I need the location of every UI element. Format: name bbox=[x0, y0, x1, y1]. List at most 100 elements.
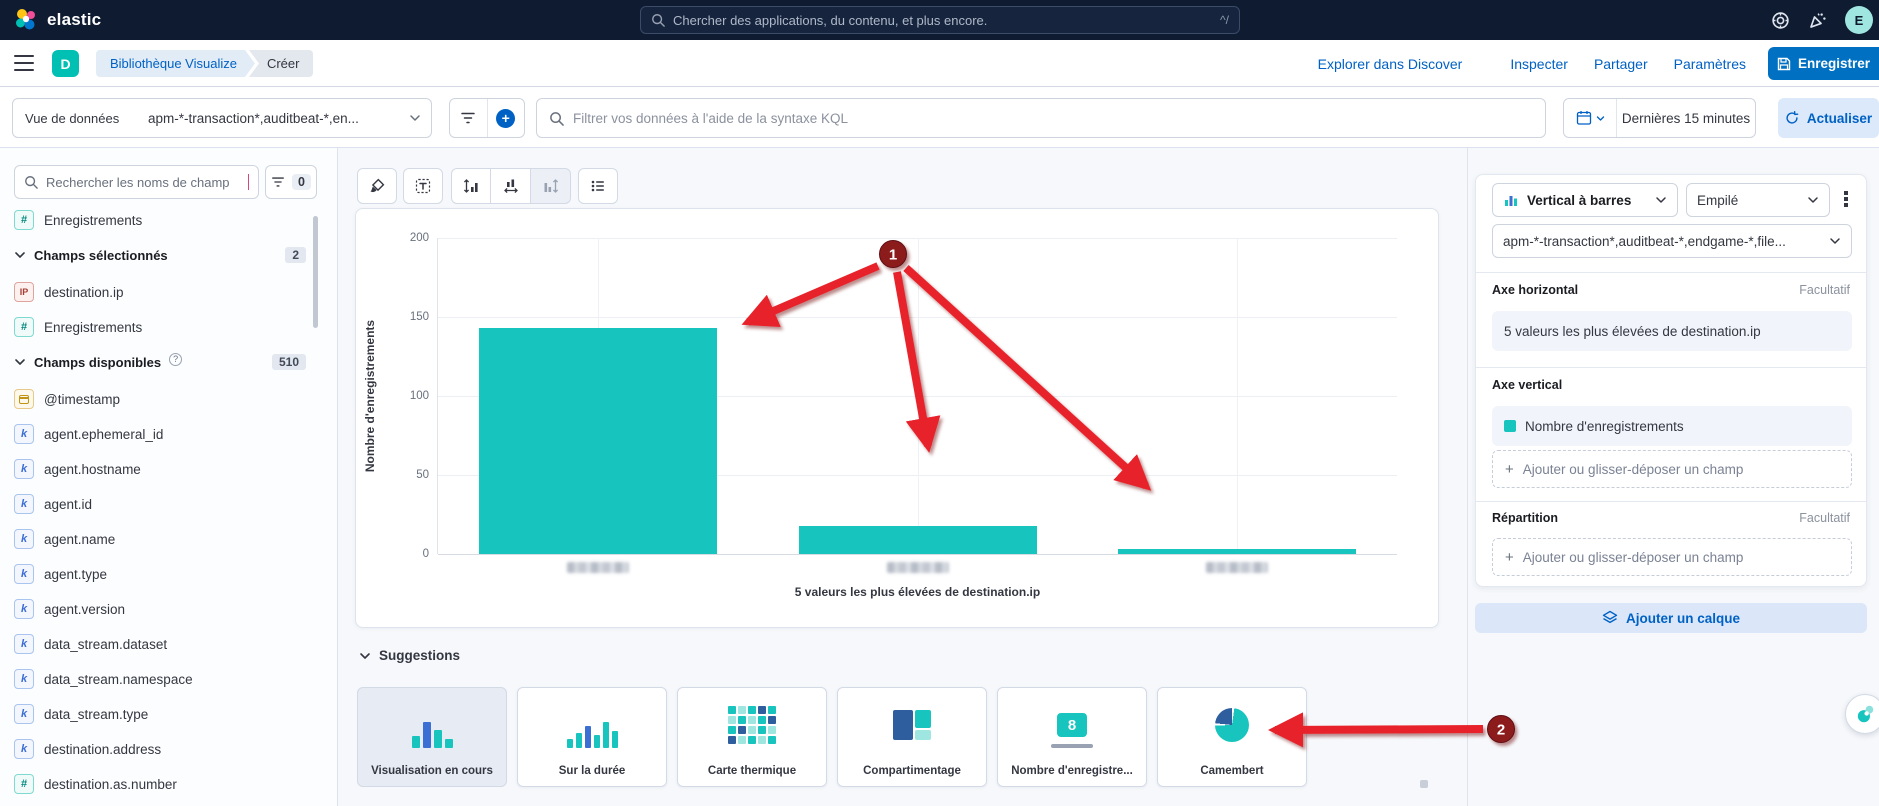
field-filter-button[interactable]: 0 bbox=[265, 165, 317, 199]
chevron-down-icon bbox=[14, 249, 26, 261]
help-icon[interactable] bbox=[1771, 11, 1790, 30]
stack-mode-value: Empilé bbox=[1697, 193, 1799, 208]
news-icon[interactable] bbox=[1808, 11, 1827, 30]
suggestion-label: Camembert bbox=[1162, 765, 1302, 777]
legend-icon bbox=[590, 178, 606, 194]
bar-series-0[interactable] bbox=[479, 328, 717, 554]
chart-type-select[interactable]: Vertical à barres bbox=[1492, 183, 1678, 217]
breakdown-title: Répartition bbox=[1492, 511, 1558, 525]
breadcrumb-visualize-library[interactable]: Bibliothèque Visualize bbox=[96, 50, 255, 77]
field-item-data-stream-type[interactable]: kdata_stream.type bbox=[14, 702, 306, 726]
global-search-input[interactable]: Chercher des applications, du contenu, e… bbox=[640, 6, 1240, 34]
field-item-data-stream-namespace[interactable]: kdata_stream.namespace bbox=[14, 667, 306, 691]
scrollbar-handle[interactable] bbox=[1420, 780, 1428, 788]
kql-search-input[interactable]: Filtrer vos données à l'aide de la synta… bbox=[536, 98, 1546, 138]
stack-mode-select[interactable]: Empilé bbox=[1686, 183, 1830, 217]
field-item-agent-ephemeral-id[interactable]: kagent.ephemeral_id bbox=[14, 422, 306, 446]
time-range-value[interactable]: Dernières 15 minutes bbox=[1617, 111, 1755, 126]
elastic-logo-icon bbox=[14, 8, 38, 32]
suggestions-label: Suggestions bbox=[379, 648, 460, 663]
nav-link-partager[interactable]: Partager bbox=[1594, 56, 1648, 72]
sidebar-scrollbar[interactable] bbox=[313, 216, 318, 328]
suggestion-nombre-d-enregistre[interactable]: 8Nombre d'enregistre... bbox=[997, 687, 1147, 787]
x-axis-label-blurred bbox=[1206, 562, 1268, 573]
field-item-enregistrements[interactable]: #Enregistrements bbox=[14, 315, 306, 339]
kql-placeholder: Filtrer vos données à l'aide de la synta… bbox=[573, 111, 848, 126]
field-section-champs-selectionnes[interactable]: Champs sélectionnés2 bbox=[14, 243, 306, 267]
horizontal-axis-dimension[interactable]: 5 valeurs les plus élevées de destinatio… bbox=[1492, 311, 1852, 351]
calendar-button[interactable] bbox=[1564, 99, 1616, 137]
field-search-input[interactable]: Rechercher les noms de champ bbox=[14, 165, 259, 199]
suggestion-carte-thermique[interactable]: Carte thermique bbox=[677, 687, 827, 787]
bottom-axis-button[interactable] bbox=[491, 168, 531, 204]
app-badge[interactable]: D bbox=[52, 50, 79, 77]
field-item-destination-as-number[interactable]: #destination.as.number bbox=[14, 772, 306, 796]
suggestion-camembert[interactable]: Camembert bbox=[1157, 687, 1307, 787]
breakdown-add-field[interactable]: + Ajouter ou glisser-déposer un champ bbox=[1492, 538, 1852, 576]
suggestion-visualisation-en-cours[interactable]: Visualisation en cours bbox=[357, 687, 507, 787]
field-item-agent-version[interactable]: kagent.version bbox=[14, 597, 306, 621]
field-item-enregistrements[interactable]: #Enregistrements bbox=[14, 208, 306, 232]
field-item-destination-ip[interactable]: IPdestination.ip bbox=[14, 280, 306, 304]
text-cursor bbox=[248, 174, 250, 190]
plus-icon: + bbox=[496, 109, 515, 128]
refresh-button[interactable]: Actualiser bbox=[1778, 98, 1879, 138]
suggestions-toggle[interactable]: Suggestions bbox=[359, 648, 460, 663]
brand-name: elastic bbox=[47, 10, 101, 30]
suggestion-compartimentage[interactable]: Compartimentage bbox=[837, 687, 987, 787]
vertical-axis-dimension-label: Nombre d'enregistrements bbox=[1525, 419, 1684, 434]
search-icon bbox=[651, 13, 665, 27]
field-item-agent-name[interactable]: kagent.name bbox=[14, 527, 306, 551]
bar-series-1[interactable] bbox=[799, 526, 1037, 554]
field-item-agent-id[interactable]: kagent.id bbox=[14, 492, 306, 516]
field-item-destination-address[interactable]: kdestination.address bbox=[14, 737, 306, 761]
data-view-selector[interactable]: apm-*-transaction*,auditbeat-*,en... bbox=[138, 98, 432, 138]
plus-icon: + bbox=[1505, 461, 1514, 478]
field-section-champs-disponibles[interactable]: Champs disponibles?510 bbox=[14, 350, 306, 374]
layer-settings-icon[interactable] bbox=[1844, 191, 1848, 207]
field-item-timestamp[interactable]: @timestamp bbox=[14, 387, 306, 411]
y-axis-tick-label: 50 bbox=[416, 469, 429, 481]
save-icon bbox=[1777, 57, 1791, 71]
panel-divider bbox=[1467, 148, 1468, 806]
bar-chart-plot[interactable]: 050100150200 bbox=[438, 238, 1397, 554]
layer-index-pattern-value: apm-*-transaction*,auditbeat-*,endgame-*… bbox=[1503, 234, 1821, 249]
text-icon bbox=[415, 178, 431, 194]
layer-index-pattern-select[interactable]: apm-*-transaction*,auditbeat-*,endgame-*… bbox=[1492, 224, 1852, 258]
menu-icon[interactable] bbox=[14, 55, 34, 71]
layers-icon bbox=[1602, 610, 1618, 626]
field-item-agent-hostname[interactable]: kagent.hostname bbox=[14, 457, 306, 481]
user-avatar[interactable]: E bbox=[1845, 6, 1873, 34]
suggestion-sur-la-duree[interactable]: Sur la durée bbox=[517, 687, 667, 787]
visualization-workspace: Nombre d'enregistrements 050100150200 5 … bbox=[355, 208, 1439, 628]
field-name: agent.version bbox=[44, 602, 125, 617]
field-list: #Enregistrements Champs sélectionnés2 IPde… bbox=[14, 208, 306, 806]
app-nav-row: D Bibliothèque Visualize Créer Explorer … bbox=[0, 40, 1879, 87]
vertical-axis-add-field[interactable]: + Ajouter ou glisser-déposer un champ bbox=[1492, 450, 1852, 488]
field-search-placeholder: Rechercher les noms de champ bbox=[46, 175, 240, 190]
add-field-label: Ajouter ou glisser-déposer un champ bbox=[1523, 550, 1744, 565]
nav-link-explorer-dans-discover[interactable]: Explorer dans Discover bbox=[1318, 56, 1463, 72]
save-button[interactable]: Enregistrer bbox=[1768, 47, 1879, 80]
add-layer-button[interactable]: Ajouter un calque bbox=[1475, 603, 1867, 633]
left-axis-button[interactable] bbox=[451, 168, 491, 204]
legend-button[interactable] bbox=[578, 168, 618, 204]
y-axis-tick-label: 100 bbox=[410, 390, 429, 402]
filter-icon[interactable] bbox=[450, 99, 487, 137]
annotation-badge-2 bbox=[1488, 716, 1515, 743]
nav-link-inspecter[interactable]: Inspecter bbox=[1510, 56, 1568, 72]
nav-link-parametres[interactable]: Paramètres bbox=[1674, 56, 1746, 72]
vertical-axis-dimension[interactable]: Nombre d'enregistrements bbox=[1492, 406, 1852, 446]
y-axis-title: Nombre d'enregistrements bbox=[363, 246, 377, 546]
elastic-assistant-button[interactable] bbox=[1845, 694, 1879, 734]
field-item-agent-type[interactable]: kagent.type bbox=[14, 562, 306, 586]
add-filter-button[interactable]: + bbox=[487, 99, 524, 137]
keyword-field-icon: k bbox=[14, 739, 34, 759]
bar-chart-icon bbox=[358, 702, 506, 748]
global-header: elastic Chercher des applications, du co… bbox=[0, 0, 1879, 40]
field-item-data-stream-dataset[interactable]: kdata_stream.dataset bbox=[14, 632, 306, 656]
data-view-label[interactable]: Vue de données bbox=[12, 98, 139, 138]
elastic-logo[interactable]: elastic bbox=[14, 8, 101, 32]
text-labels-button[interactable] bbox=[403, 168, 443, 204]
visual-options-button[interactable] bbox=[357, 168, 397, 204]
